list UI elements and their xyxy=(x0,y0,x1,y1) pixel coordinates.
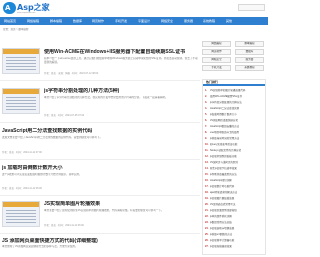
article-meta: 作者：佚名 · 时间：2024-11-11 07:00 xyxy=(2,151,42,154)
main-nav: 网站首页 网络编程 脚本编程 数据库 网页制作 手机开发 平面设计 网络安全 服… xyxy=(0,17,268,25)
nav-item-security[interactable]: 网络安全 xyxy=(161,18,173,24)
article-excerpt: 这个js效果可以实现页面加载时由倒计数字开始计算展示，简单实用。 xyxy=(2,173,82,176)
nav-item-other[interactable]: 其他 xyxy=(226,18,232,24)
article-title[interactable]: 使用Win-ACME在Windows+IIS服务器下配置自动续期SSL证书 xyxy=(44,49,198,55)
article-thumbnail[interactable] xyxy=(2,201,40,227)
nav-item-graphic-design[interactable]: 平面设计 xyxy=(138,18,150,24)
logo-subtitle: www.aspxhome.com xyxy=(17,12,36,14)
nav-item-network-programming[interactable]: 网络编程 xyxy=(27,18,39,24)
category-button[interactable]: 网页制作 xyxy=(202,49,231,55)
site-header: A Asp之家 www.aspxhome.com xyxy=(0,0,268,17)
nav-item-server[interactable]: 服务器 xyxy=(184,18,193,24)
nav-item-script-programming[interactable]: 脚本编程 xyxy=(50,18,62,24)
nav-item-system[interactable]: 系统教程 xyxy=(203,18,215,24)
ranking-header: 热门排行 xyxy=(203,80,265,86)
site-logo[interactable]: A Asp之家 www.aspxhome.com xyxy=(3,2,50,14)
category-button[interactable]: 数据库 xyxy=(235,49,264,55)
category-button[interactable]: 服务器 xyxy=(235,57,264,63)
nav-item-web-design[interactable]: 网页制作 xyxy=(92,18,104,24)
article-item: js 加载时由倒数计数开大小 这个js效果可以实现页面加载时由倒计数字开始计算展… xyxy=(0,160,200,196)
logo-mark-icon: A xyxy=(3,2,16,14)
article-title[interactable]: js字符串分割处理的几种方法(5种) xyxy=(44,88,198,94)
ranking-item[interactable]: 27. js实现无缝滚动效果 xyxy=(205,244,265,250)
article-excerpt: 这篇文章主要介绍了JavaScript用二分法查找数据的实例代码，需要的朋友可以… xyxy=(2,136,103,139)
article-thumbnail[interactable] xyxy=(2,88,40,114)
article-excerpt: 简单介绍一下win-acme这款工具，通过它我们能很简单地在Windows服务器… xyxy=(44,57,198,64)
category-button[interactable]: 网站安全 xyxy=(202,57,231,63)
article-meta: 作者：佚名 · 时间：2024-11-11 06:00 xyxy=(2,187,42,190)
breadcrumb: 位置：首页 > 脚本编程 xyxy=(3,28,29,31)
article-excerpt: 本文整理了JS添加网页桌面快捷方式的多种写法，方便大家使用。 xyxy=(2,245,78,248)
ranking-title: 热门排行 xyxy=(206,80,219,84)
category-button[interactable]: 系统教程 xyxy=(235,65,264,71)
article-title[interactable]: JS 添加网页桌面快捷方式的代码(详细整理) xyxy=(2,238,198,244)
article-item: JavaScript用二分法查找数据的实例代码 这篇文章主要介绍了JavaScr… xyxy=(0,123,200,160)
article-meta: 作者：佚名 · 来源：网络 · 时间：2023-07-12 08:00 xyxy=(44,72,99,75)
nav-item-database[interactable]: 数据库 xyxy=(73,18,82,24)
article-title[interactable]: js 加载时由倒数计数开大小 xyxy=(2,165,198,171)
hot-ranking-panel: 热门排行 1. JS实现简单的图片轮播效果代码 2. 使用Win-ACME配置SSL… xyxy=(202,79,266,255)
article-item: JS实现简单图片轮播效果 本文主要介绍了如何使用原生JS实现简单的图片轮播效果，… xyxy=(0,196,200,234)
article-thumbnail[interactable] xyxy=(2,48,40,74)
article-title[interactable]: JS实现简单图片轮播效果 xyxy=(44,201,198,207)
category-button-grid: 网络编程 脚本编程 网页制作 数据库 网站安全 服务器 手机开发 系统教程 xyxy=(202,34,266,76)
article-list: 使用Win-ACME在Windows+IIS服务器下配置自动续期SSL证书 简单… xyxy=(0,34,200,257)
category-button[interactable]: 脚本编程 xyxy=(235,41,264,47)
sidebar: 网络编程 脚本编程 网页制作 数据库 网站安全 服务器 手机开发 系统教程 热门… xyxy=(202,34,266,257)
article-item: 使用Win-ACME在Windows+IIS服务器下配置自动续期SSL证书 简单… xyxy=(0,34,200,81)
article-title[interactable]: JavaScript用二分法查找数据的实例代码 xyxy=(2,128,198,134)
category-button[interactable]: 手机开发 xyxy=(202,65,231,71)
nav-item-mobile[interactable]: 手机开发 xyxy=(115,18,127,24)
article-item: js字符串分割处理的几种方法(5种) 本文介绍了js字符串分割处理的几种方法，在… xyxy=(0,81,200,123)
article-item: JS 添加网页桌面快捷方式的代码(详细整理) 本文整理了JS添加网页桌面快捷方式… xyxy=(0,234,200,257)
search-input[interactable] xyxy=(238,4,265,11)
nav-item-home[interactable]: 网站首页 xyxy=(4,18,16,24)
article-meta: 作者：佚名 · 时间：2024-11-11 06:00 xyxy=(44,224,84,227)
article-excerpt: 本文介绍了js字符串分割处理的几种方法，在实际的开发中经常会用到字符串的分割，下… xyxy=(44,96,168,99)
article-meta: 作者：佚名 · 时间：2024-07-25 07:22 xyxy=(44,114,85,117)
category-button[interactable]: 网络编程 xyxy=(202,41,231,47)
article-excerpt: 本文主要介绍了如何使用原生JS实现简单的图片轮播效果，代码清晰易懂，有需要的朋友… xyxy=(44,209,164,212)
